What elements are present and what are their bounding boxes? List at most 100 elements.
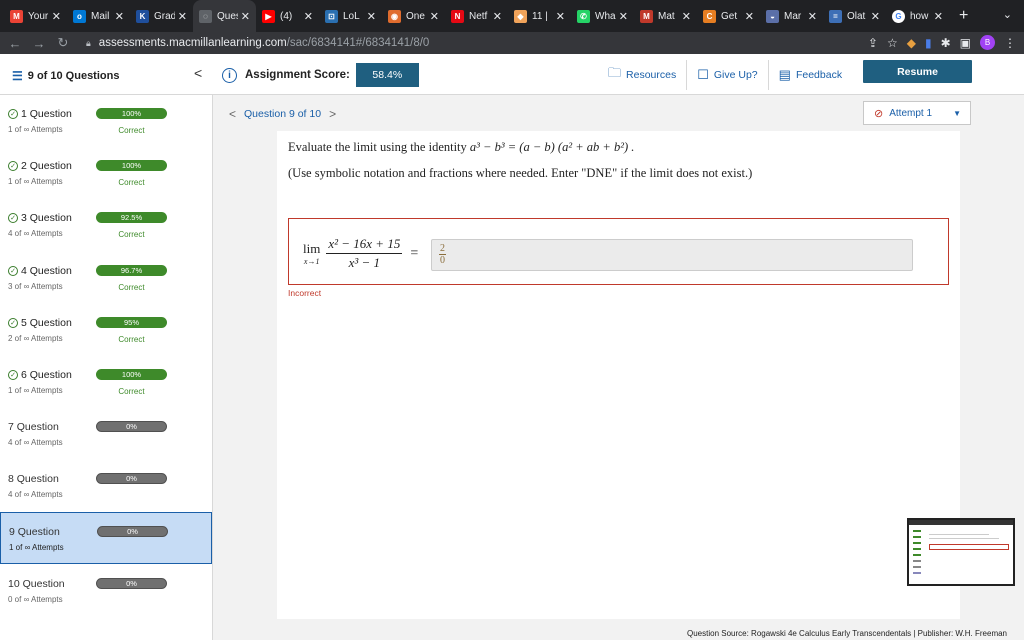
question-status: Correct <box>118 126 145 135</box>
browser-tab[interactable]: ◌ Ques✕ <box>193 0 256 32</box>
mathway-icon: M <box>640 9 653 23</box>
close-tab-icon[interactable]: ✕ <box>115 10 124 23</box>
question-item[interactable]: 9 Question 1 of ∞ Attempts 0% <box>0 511 212 564</box>
tab-title: One <box>406 10 425 22</box>
question-count[interactable]: ☰ 9 of 10 Questions <box>12 69 119 83</box>
question-tab-icon: ◌ <box>199 9 212 23</box>
profile-avatar[interactable]: B <box>980 35 995 50</box>
next-question-icon[interactable]: > <box>329 107 336 121</box>
resources-button[interactable]: 🗀︎ Resources <box>598 60 686 90</box>
question-title-label: 2 Question <box>21 160 72 173</box>
score-label: Assignment Score: <box>245 69 350 81</box>
question-status: Correct <box>118 282 145 292</box>
question-attempts: 2 of ∞ Attempts <box>8 333 63 343</box>
question-card: Evaluate the limit using the identity a³… <box>277 131 960 619</box>
attempt-dropdown[interactable]: ⊘ Attempt 1 ▼ <box>863 101 971 125</box>
tab-search-icon[interactable]: ⌄ <box>1003 8 1012 21</box>
shield-extension-icon[interactable]: ▮ <box>925 36 932 50</box>
question-item[interactable]: ✓ 3 Question 4 of ∞ Attempts 92.5% Correct <box>0 199 212 251</box>
youtube-icon: ▶ <box>262 9 275 23</box>
browser-tab[interactable]: ✆ Wha ✕ <box>571 0 634 32</box>
answer-input[interactable]: 2 0 <box>431 239 913 271</box>
url-field[interactable]: 🔒︎ assessments.macmillanlearning.com /sa… <box>86 37 429 49</box>
close-tab-icon[interactable]: ✕ <box>745 10 754 23</box>
give-up-button[interactable]: ☐ Give Up? <box>686 60 767 90</box>
question-title: 9 Question <box>9 526 60 538</box>
browser-tab[interactable]: ◆ 11 | ✕ <box>508 0 571 32</box>
question-title: 7 Question <box>8 421 59 433</box>
reload-icon[interactable]: ↻ <box>54 35 72 51</box>
collapse-sidebar-button[interactable]: < <box>194 65 202 81</box>
browser-tab[interactable]: M Mat ✕ <box>634 0 697 32</box>
close-tab-icon[interactable]: ✕ <box>556 10 565 23</box>
question-attempts: 3 of ∞ Attempts <box>8 281 63 291</box>
question-item[interactable]: ✓ 2 Question 1 of ∞ Attempts 100% Correct <box>0 147 212 199</box>
browser-tab[interactable]: C Get ✕ <box>697 0 760 32</box>
browser-tab[interactable]: ◉ One ✕ <box>382 0 445 32</box>
equals-sign: = <box>410 245 419 261</box>
browser-tab[interactable]: o Mail ✕ <box>67 0 130 32</box>
close-tab-icon[interactable]: ✕ <box>241 10 250 23</box>
share-icon[interactable]: ⇪ <box>868 36 878 50</box>
thumbnail-mark <box>913 530 921 532</box>
info-icon[interactable]: i <box>222 67 237 83</box>
question-attempts: 4 of ∞ Attempts <box>8 229 63 239</box>
sidepanel-icon[interactable]: ▣ <box>960 36 971 50</box>
screenshot-thumbnail[interactable] <box>907 518 1015 586</box>
browser-tab[interactable]: M Your ✕ <box>4 0 67 32</box>
new-tab-button[interactable]: + <box>959 7 968 25</box>
check-circle-icon: ✓ <box>8 265 18 276</box>
close-tab-icon[interactable]: ✕ <box>493 10 502 23</box>
url-host: assessments.macmillanlearning.com <box>98 37 287 49</box>
question-item[interactable]: ✓ 4 Question 3 of ∞ Attempts 96.7% Correct <box>0 252 212 304</box>
prev-question-icon[interactable]: < <box>229 107 236 121</box>
menu-kebab-icon[interactable]: ⋮ <box>1004 36 1016 50</box>
metamask-icon[interactable]: ◆ <box>907 36 916 50</box>
question-list: ✓ 1 Question 1 of ∞ Attempts 100% Correct ✓ 2 … <box>0 95 212 640</box>
resume-button[interactable]: Resume <box>863 60 972 83</box>
thumbnail-line <box>929 544 1009 550</box>
browser-tab[interactable]: N Netf ✕ <box>445 0 508 32</box>
browser-tab[interactable]: ◒ Mar ✕ <box>760 0 823 32</box>
question-item[interactable]: 8 Question 4 of ∞ Attempts 0% <box>0 460 212 512</box>
question-title: ✓ 4 Question <box>8 265 72 277</box>
check-circle-icon: ✓ <box>8 317 18 328</box>
browser-tab[interactable]: K Grad ✕ <box>130 0 193 32</box>
feedback-button[interactable]: ▤ Feedback <box>767 60 852 90</box>
question-progress-bar: 95% <box>96 316 167 328</box>
close-tab-icon[interactable]: ✕ <box>682 10 691 23</box>
browser-tab[interactable]: ▶ (4) ✕ <box>256 0 319 32</box>
close-tab-icon[interactable]: ✕ <box>934 10 943 23</box>
question-prompt: Evaluate the limit using the identity a³… <box>288 140 634 155</box>
close-tab-icon[interactable]: ✕ <box>808 10 817 23</box>
question-nav-label: Question 9 of 10 <box>244 108 322 120</box>
question-panel: < Question 9 of 10 > ⊘ Attempt 1 ▼ Evalu… <box>213 95 1024 640</box>
question-title-label: 3 Question <box>21 212 72 225</box>
browser-tab[interactable]: = Olat ✕ <box>823 0 886 32</box>
close-tab-icon[interactable]: ✕ <box>430 10 439 23</box>
lim-subscript: x→1 <box>303 257 320 266</box>
limit-fraction: x² − 16x + 15 x³ − 1 <box>326 236 403 271</box>
question-item[interactable]: 7 Question 4 of ∞ Attempts 0% <box>0 408 212 460</box>
puzzle-icon[interactable]: ✱ <box>941 36 951 50</box>
numerator: x² − 16x + 15 <box>326 236 403 254</box>
question-item[interactable]: 10 Question 0 of ∞ Attempts 0% <box>0 565 212 617</box>
close-tab-icon[interactable]: ✕ <box>52 10 61 23</box>
question-item[interactable]: ✓ 1 Question 1 of ∞ Attempts 100% Correct <box>0 95 212 147</box>
back-icon[interactable]: ← <box>6 36 24 51</box>
close-tab-icon[interactable]: ✕ <box>304 10 313 23</box>
question-item[interactable]: ✓ 6 Question 1 of ∞ Attempts 100% Correct <box>0 356 212 408</box>
question-status: Correct <box>118 178 145 188</box>
question-title-label: 7 Question <box>8 421 59 434</box>
close-tab-icon[interactable]: ✕ <box>178 10 187 23</box>
chevron-down-icon: ▼ <box>953 108 961 118</box>
close-tab-icon[interactable]: ✕ <box>871 10 880 23</box>
browser-tab[interactable]: Ghow ✕ <box>886 0 949 32</box>
question-item[interactable]: ✓ 5 Question 2 of ∞ Attempts 95% Correct <box>0 304 212 356</box>
tab-title: Mail <box>91 10 110 22</box>
close-tab-icon[interactable]: ✕ <box>619 10 628 23</box>
close-tab-icon[interactable]: ✕ <box>367 10 376 23</box>
browser-tab[interactable]: ⊡ LoL ✕ <box>319 0 382 32</box>
forward-icon[interactable]: → <box>30 36 48 51</box>
bookmark-star-icon[interactable]: ☆ <box>887 36 898 50</box>
